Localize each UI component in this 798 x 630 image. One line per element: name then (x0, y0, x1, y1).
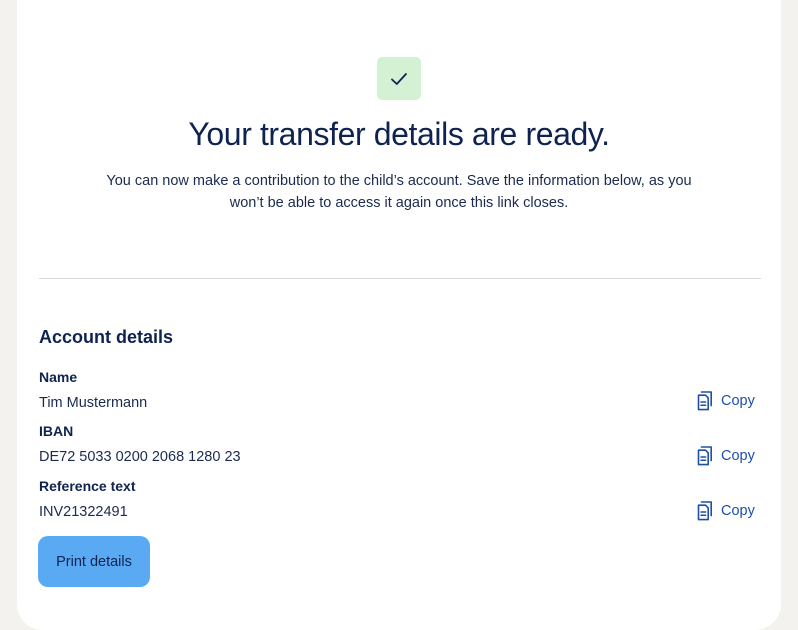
copy-iban-button[interactable]: Copy (697, 446, 755, 466)
copy-label: Copy (721, 448, 755, 464)
copy-reference-button[interactable]: Copy (697, 501, 755, 521)
account-details-title: Account details (39, 327, 174, 347)
reference-value: INV21322491 (39, 504, 128, 520)
copy-icon (697, 391, 712, 411)
success-badge (377, 57, 421, 100)
iban-label: IBAN (39, 423, 74, 439)
copy-icon (697, 501, 712, 521)
print-details-button[interactable]: Print details (38, 536, 150, 587)
name-label: Name (39, 369, 78, 385)
copy-name-button[interactable]: Copy (697, 391, 755, 411)
copy-label: Copy (721, 393, 755, 409)
copy-icon (697, 446, 712, 466)
name-value: Tim Mustermann (39, 395, 148, 411)
transfer-details-card: Your transfer details are ready. You can… (17, 0, 781, 630)
section-divider (39, 278, 761, 279)
page-description: You can now make a contribution to the c… (106, 173, 692, 211)
checkmark-icon (391, 72, 407, 85)
iban-value: DE72 5033 0200 2068 1280 23 (39, 449, 241, 465)
copy-label: Copy (721, 503, 755, 519)
reference-label: Reference text (39, 478, 136, 494)
page-title: Your transfer details are ready. (188, 116, 610, 152)
